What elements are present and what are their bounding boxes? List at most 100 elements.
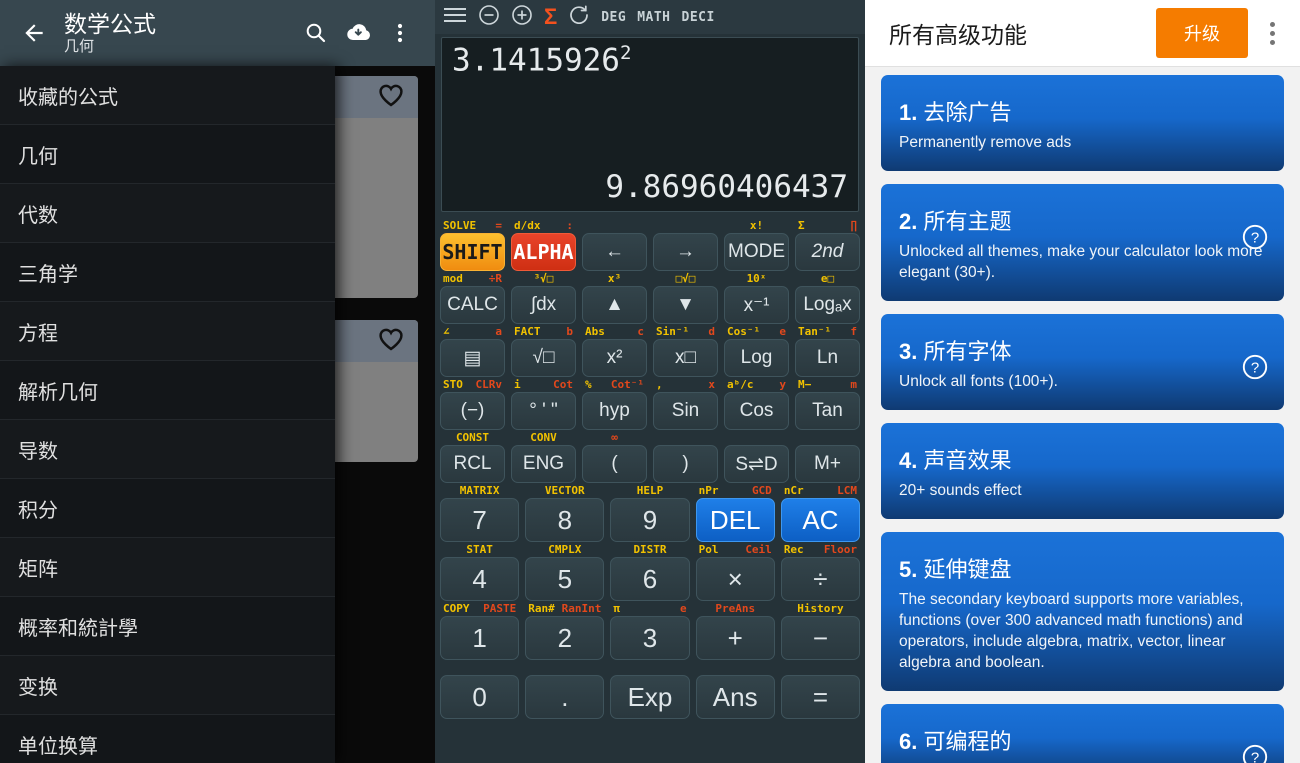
key-[interactable]: = [780, 675, 861, 719]
key-[interactable]: ← [582, 233, 647, 271]
more-vertical-icon[interactable] [1254, 11, 1290, 55]
key-log-x[interactable]: Logₐx [795, 286, 860, 324]
premium-feature-card[interactable]: 6. 可编程的? [881, 704, 1284, 763]
key-exp[interactable]: Exp [610, 675, 690, 719]
key-eng[interactable]: ENG [511, 445, 576, 483]
drawer-item-analytic-geometry[interactable]: 解析几何 [0, 361, 335, 420]
drawer-item-integrals[interactable]: 积分 [0, 479, 335, 538]
more-vertical-icon[interactable] [379, 12, 421, 54]
hamburger-menu-icon[interactable] [443, 6, 467, 29]
key-1[interactable]: 1 [440, 616, 520, 660]
key-x[interactable]: x□ [653, 339, 718, 377]
key-ln[interactable]: Ln [795, 339, 860, 377]
key-[interactable]: . [525, 675, 605, 719]
key-[interactable]: ) [653, 445, 718, 483]
help-circle-icon[interactable]: ? [1242, 354, 1268, 385]
premium-feature-card[interactable]: 3. 所有字体 Unlock all fonts (100+).? [881, 314, 1284, 410]
key-4[interactable]: 4 [440, 557, 520, 601]
upgrade-button[interactable]: 升级 [1156, 8, 1248, 58]
key-secondary-labels: HELP [610, 483, 689, 498]
drawer-item-algebra[interactable]: 代数 [0, 184, 335, 243]
key-cos[interactable]: Cos [724, 392, 789, 430]
key-del[interactable]: DEL [695, 498, 775, 542]
drawer-item-favorites[interactable]: 收藏的公式 [0, 66, 335, 125]
drawer-item-geometry[interactable]: 几何 [0, 125, 335, 184]
key-[interactable]: ▼ [653, 286, 718, 324]
drawer-item-unit-conversion[interactable]: 单位换算 [0, 715, 335, 763]
key-hyp[interactable]: hyp [582, 392, 647, 430]
key-dx[interactable]: ∫dx [511, 286, 576, 324]
search-icon[interactable] [295, 12, 337, 54]
key-[interactable]: + [695, 616, 775, 660]
drawer-item-matrix[interactable]: 矩阵 [0, 538, 335, 597]
key-sin[interactable]: Sin [653, 392, 718, 430]
heart-outline-icon[interactable] [378, 83, 404, 112]
key-[interactable]: √□ [511, 339, 576, 377]
key-5[interactable]: 5 [525, 557, 605, 601]
key-[interactable]: ÷ [780, 557, 861, 601]
premium-feature-card[interactable]: 4. 声音效果 20+ sounds effect [881, 423, 1284, 519]
key-[interactable]: ( [582, 445, 647, 483]
key-8[interactable]: 8 [525, 498, 605, 542]
key-x[interactable]: x² [582, 339, 647, 377]
result-mode-indicator[interactable]: DECI [682, 10, 715, 25]
help-circle-icon[interactable]: ? [1242, 744, 1268, 763]
key-ans[interactable]: Ans [695, 675, 775, 719]
drawer-item-derivatives[interactable]: 导数 [0, 420, 335, 479]
plus-circle-icon[interactable] [511, 4, 533, 31]
key-log[interactable]: Log [724, 339, 789, 377]
key-[interactable]: (−) [440, 392, 505, 430]
sigma-icon[interactable]: Σ [544, 6, 557, 28]
cloud-download-icon[interactable] [337, 12, 379, 54]
key-2nd[interactable]: 2nd [795, 233, 860, 271]
key-secondary-labels: Ran# RanInt [525, 601, 604, 616]
refresh-icon[interactable] [568, 4, 590, 31]
key-[interactable]: × [695, 557, 775, 601]
key-mode[interactable]: MODE [724, 233, 789, 271]
drawer-item-probability-statistics[interactable]: 概率和統計學 [0, 597, 335, 656]
key-[interactable]: ▲ [582, 286, 647, 324]
heart-outline-icon[interactable] [378, 327, 404, 356]
key-7[interactable]: 7 [440, 498, 520, 542]
key-shift-label: M− [798, 378, 812, 391]
premium-feature-card[interactable]: 5. 延伸键盘 The secondary keyboard supports m… [881, 532, 1284, 691]
premium-page-title: 所有高级功能 [889, 22, 1027, 48]
key-calc[interactable]: CALC [440, 286, 505, 324]
input-mode-indicator[interactable]: MATH [637, 10, 670, 25]
premium-feature-card[interactable]: 1. 去除广告 Permanently remove ads [881, 75, 1284, 171]
key-[interactable]: ▤ [440, 339, 505, 377]
calculator-display[interactable]: 3.14159262 9.86960406437 [441, 37, 859, 212]
key-secondary-labels: i Cot [511, 377, 576, 392]
angle-mode-indicator[interactable]: DEG [601, 10, 626, 25]
drawer-item-trigonometry[interactable]: 三角学 [0, 243, 335, 302]
key-s-d[interactable]: S⇌D [724, 445, 789, 483]
key-secondary-labels: ∠ a [440, 324, 505, 339]
key-cell: CONV ENG [511, 430, 576, 483]
key-alpha-label: Cot [553, 378, 573, 391]
drawer-item-transformations[interactable]: 变换 [0, 656, 335, 715]
key-0[interactable]: 0 [440, 675, 520, 719]
key-ac[interactable]: AC [780, 498, 861, 542]
key-shift-label: , [656, 378, 663, 391]
drawer-item-equations[interactable]: 方程 [0, 302, 335, 361]
minus-circle-icon[interactable] [478, 4, 500, 31]
key-rcl[interactable]: RCL [440, 445, 505, 483]
key-9[interactable]: 9 [610, 498, 690, 542]
key-3[interactable]: 3 [610, 616, 690, 660]
back-arrow-icon[interactable] [14, 13, 54, 53]
key-2[interactable]: 2 [525, 616, 605, 660]
key-6[interactable]: 6 [610, 557, 690, 601]
key-[interactable]: − [780, 616, 861, 660]
help-circle-icon[interactable]: ? [1242, 224, 1268, 255]
premium-feature-card[interactable]: 2. 所有主题 Unlocked all themes, make your ca… [881, 184, 1284, 301]
key-tan[interactable]: Tan [795, 392, 860, 430]
navigation-drawer: 收藏的公式 几何 代数 三角学 方程 解析几何 导数 积分 矩阵 概率和統計學 … [0, 66, 335, 763]
key-shift[interactable]: SHIFT [440, 233, 505, 271]
key-x[interactable]: x⁻¹ [724, 286, 789, 324]
key-[interactable]: ° ' " [511, 392, 576, 430]
key-cell: SOLVE = SHIFT [440, 218, 505, 271]
key-[interactable]: → [653, 233, 718, 271]
key-alpha[interactable]: ALPHA [511, 233, 576, 271]
key-m[interactable]: M+ [795, 445, 860, 483]
key-shift-label: □√□ [675, 272, 696, 285]
